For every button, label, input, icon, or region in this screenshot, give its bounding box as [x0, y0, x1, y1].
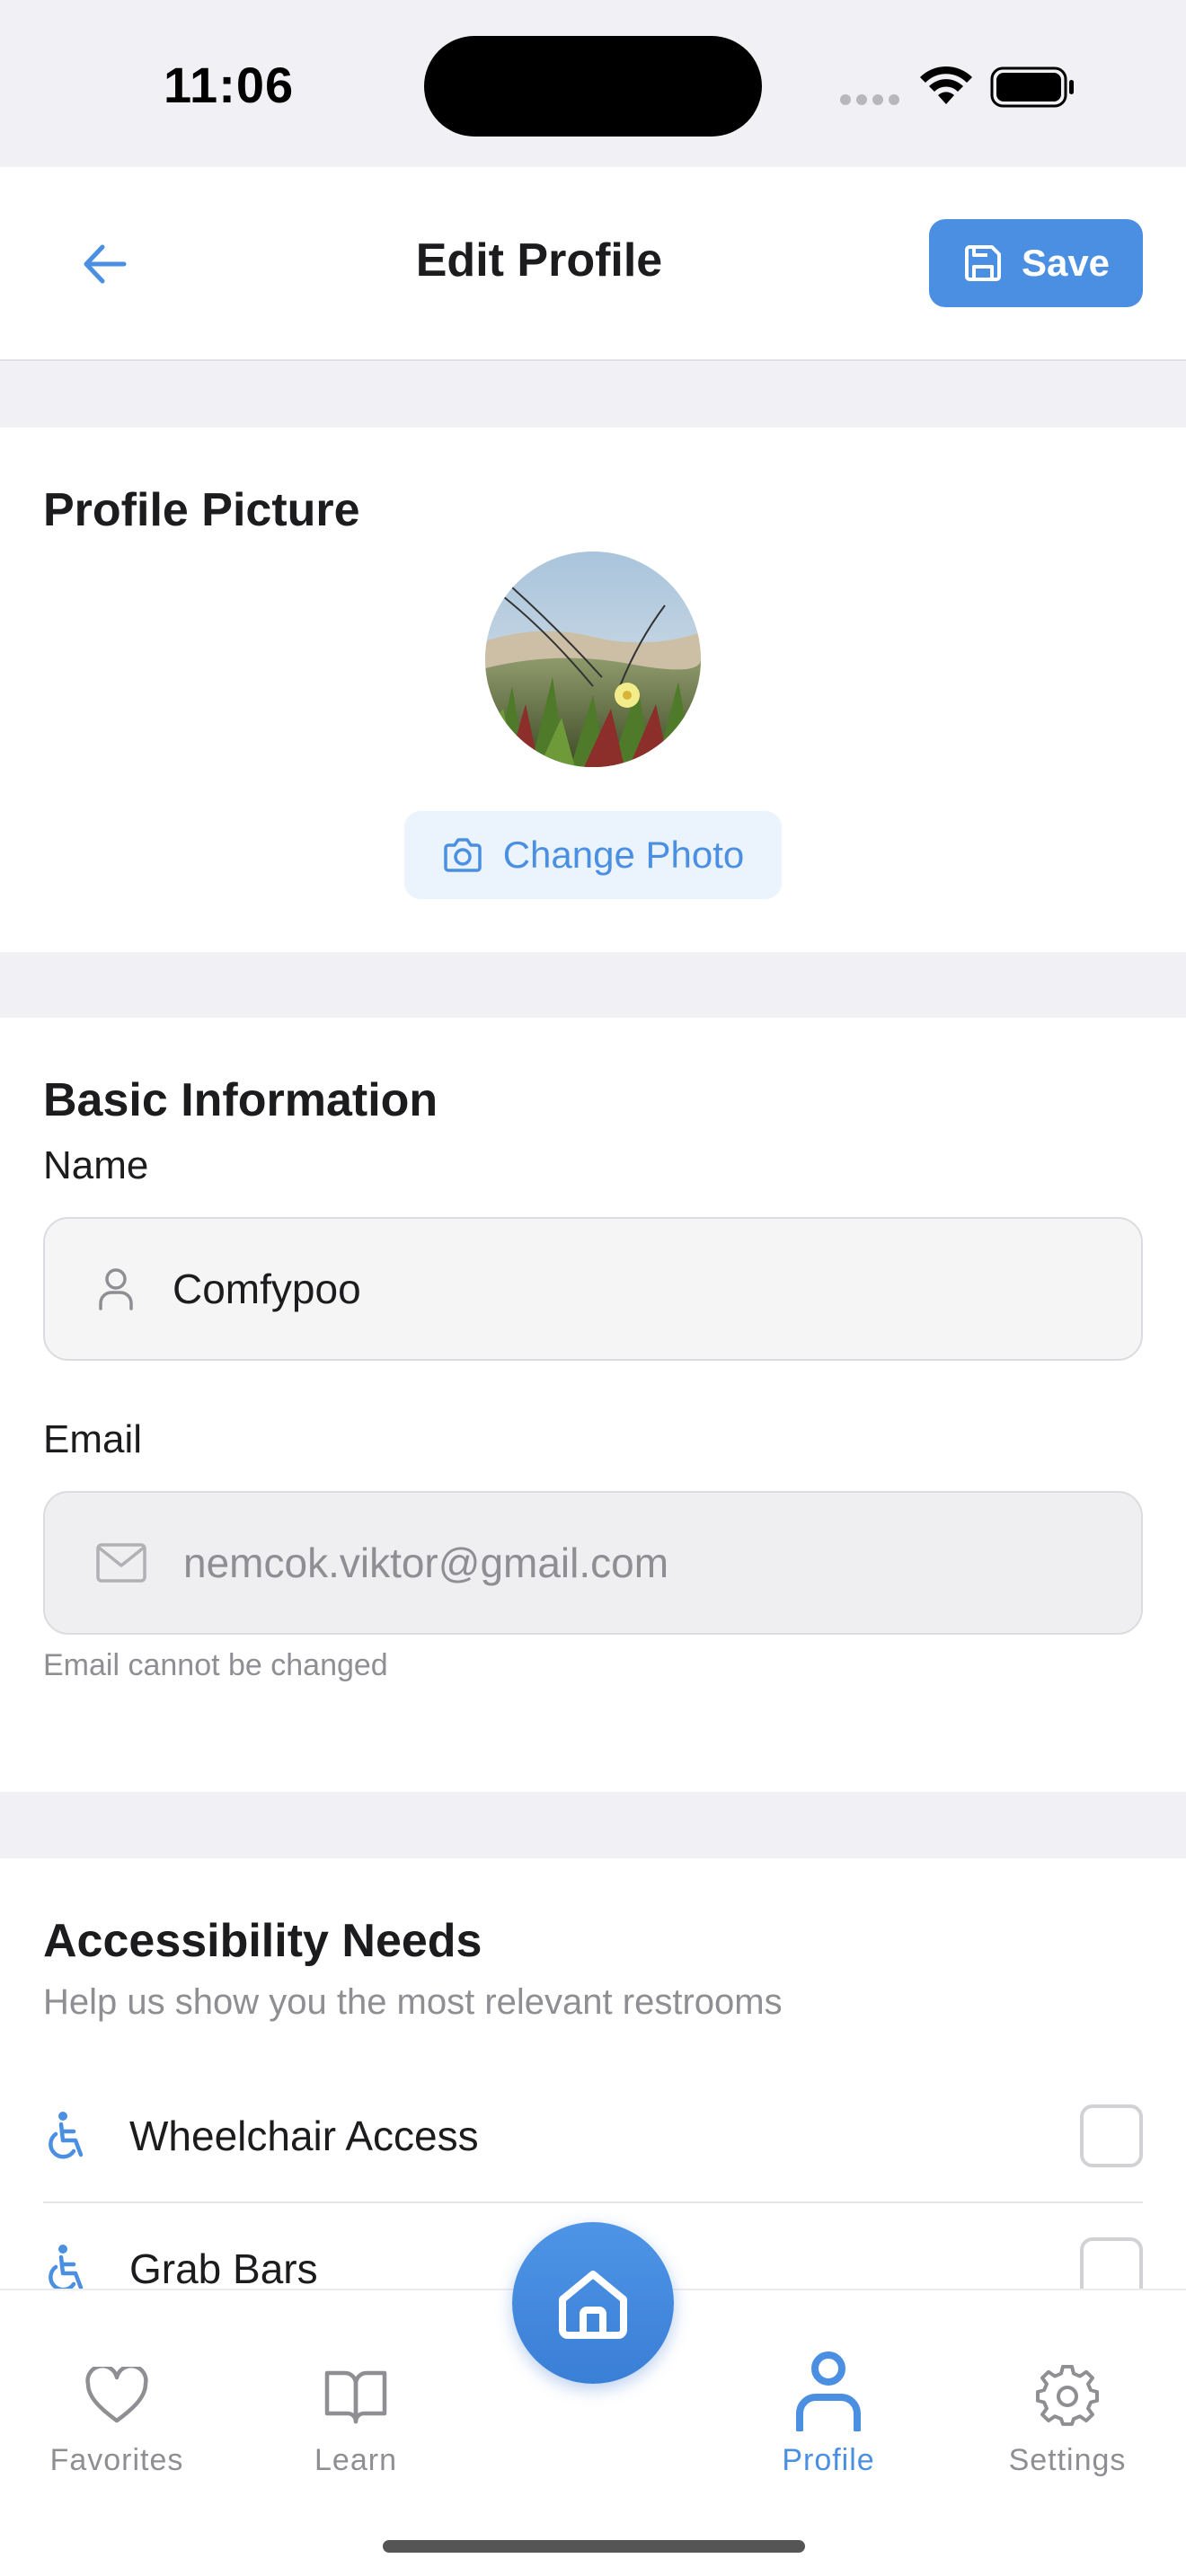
name-field[interactable]: Comfypoo: [43, 1217, 1143, 1361]
wheelchair-icon: [49, 2112, 84, 2159]
name-value: Comfypoo: [173, 1266, 361, 1312]
book-icon: [324, 2370, 387, 2424]
accessibility-option-label: Grab Bars: [129, 2245, 318, 2292]
status-bar: 11:06: [0, 0, 1186, 167]
section-title-profile-picture: Profile Picture: [43, 484, 360, 536]
battery-icon: [990, 66, 1074, 108]
section-subtitle: Help us show you the most relevant restr…: [43, 1982, 783, 2022]
tab-learn[interactable]: Learn: [248, 2290, 464, 2488]
change-photo-label: Change Photo: [502, 834, 745, 876]
person-icon: [99, 1268, 133, 1310]
save-button[interactable]: Save: [929, 219, 1143, 307]
grab-bars-icon: [49, 2245, 84, 2292]
email-hint: Email cannot be changed: [43, 1648, 388, 1682]
camera-icon: [443, 838, 482, 872]
save-label: Save: [1021, 242, 1111, 284]
wheelchair-checkbox[interactable]: [1080, 2104, 1143, 2167]
section-title-accessibility-needs: Accessibility Needs: [43, 1915, 482, 1967]
person-icon: [796, 2351, 861, 2431]
basic-information-section: Basic Information Name Comfypoo Email ne…: [0, 1018, 1186, 1792]
accessibility-option-label: Wheelchair Access: [129, 2113, 479, 2159]
change-photo-button[interactable]: Change Photo: [404, 811, 782, 899]
wifi-icon: [920, 66, 972, 104]
accessibility-option-wheelchair[interactable]: Wheelchair Access: [43, 2070, 1143, 2201]
email-label: Email: [43, 1417, 143, 1461]
cellular-signal-icon: [840, 93, 905, 110]
home-button[interactable]: [512, 2222, 674, 2384]
tab-label: Settings: [1008, 2443, 1127, 2477]
page-title: Edit Profile: [415, 234, 663, 287]
tab-label: Profile: [782, 2443, 875, 2477]
status-time: 11:06: [164, 57, 295, 113]
home-indicator: [383, 2540, 805, 2553]
email-value: nemcok.viktor@gmail.com: [183, 1539, 669, 1586]
section-title-basic-information: Basic Information: [43, 1074, 438, 1126]
mail-icon: [96, 1543, 146, 1583]
edit-profile-screen: 11:06 Edit Profile Save Profile Picture …: [0, 0, 1186, 2576]
tab-label: Favorites: [49, 2443, 184, 2477]
avatar: [485, 551, 701, 767]
home-icon: [559, 2271, 627, 2339]
tab-profile[interactable]: Profile: [721, 2290, 936, 2488]
email-field: nemcok.viktor@gmail.com: [43, 1491, 1143, 1635]
tab-favorites[interactable]: Favorites: [9, 2290, 225, 2488]
gear-icon: [1036, 2365, 1099, 2426]
header: Edit Profile Save: [0, 167, 1186, 361]
name-label: Name: [43, 1143, 149, 1187]
tab-label: Learn: [314, 2443, 397, 2477]
heart-icon: [85, 2367, 148, 2423]
profile-picture-section: Profile Picture Change Photo: [0, 428, 1186, 952]
dynamic-island: [424, 36, 762, 137]
tab-settings[interactable]: Settings: [960, 2290, 1175, 2488]
save-icon: [964, 245, 1001, 281]
